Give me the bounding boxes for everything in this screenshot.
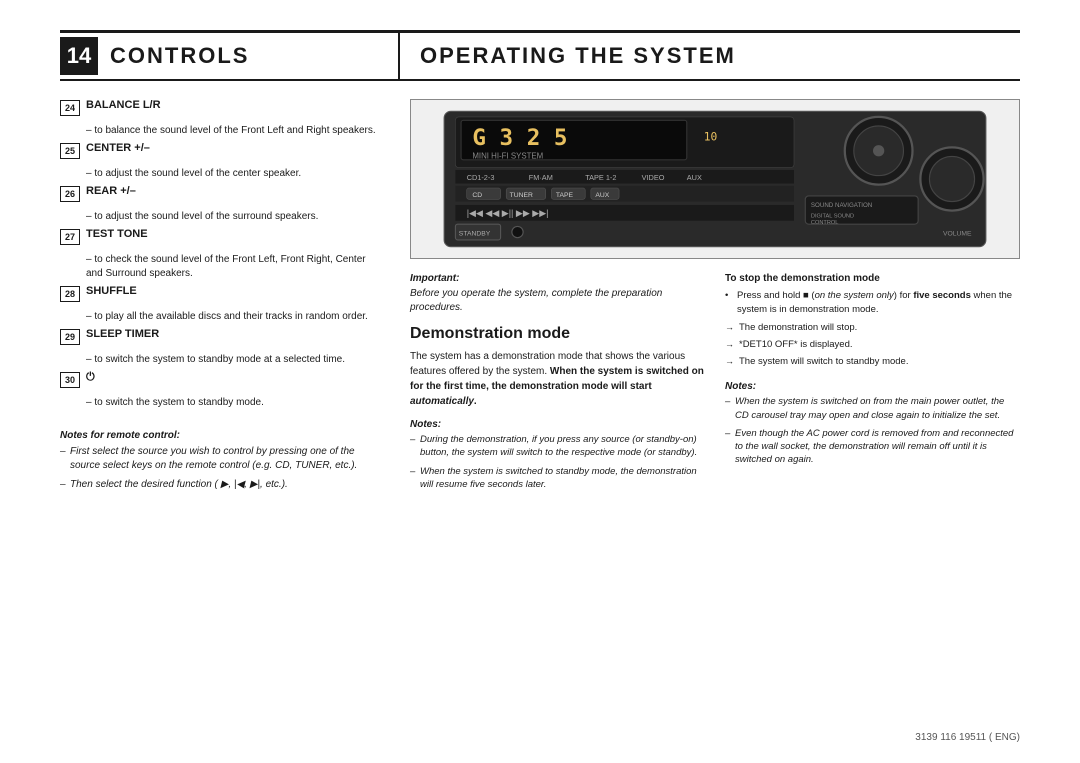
content-area: 24 BALANCE L/R to balance the sound leve… [60, 99, 1020, 722]
svg-text:|◀◀ ◀◀ ▶|| ▶▶ ▶▶|: |◀◀ ◀◀ ▶|| ▶▶ ▶▶| [467, 208, 549, 218]
item-label-center: CENTER +/– [86, 142, 150, 154]
demo-mode-body: The system has a demonstration mode that… [410, 349, 705, 409]
item-desc-24: to balance the sound level of the Front … [86, 124, 380, 138]
important-body: Before you operate the system, complete … [410, 287, 705, 315]
demo-note-1: During the demonstration, if you press a… [410, 433, 705, 460]
demonstration-mode-section: Demonstration mode The system has a demo… [410, 325, 705, 409]
item-desc-29: to switch the system to standby mode at … [86, 353, 380, 367]
chapter-number: 14 [60, 37, 98, 75]
right-two-column-layout: Important: Before you operate the system… [410, 273, 1020, 496]
item-number-27: 27 [60, 229, 80, 245]
left-column: 24 BALANCE L/R to balance the sound leve… [60, 99, 380, 722]
right-section-title: OPERATING THE SYSTEM [420, 43, 736, 69]
svg-text:SOUND NAVIGATION: SOUND NAVIGATION [811, 202, 872, 209]
svg-text:AUX: AUX [595, 192, 609, 199]
stop-demo-arrow-3: The system will switch to standby mode. [725, 355, 1020, 369]
demo-mode-column: Important: Before you operate the system… [410, 273, 705, 496]
right-notes-section: Notes: When the system is switched on fr… [725, 381, 1020, 466]
demo-mode-title: Demonstration mode [410, 325, 705, 343]
important-box: Important: Before you operate the system… [410, 273, 705, 315]
list-item: 30 ⏻ [60, 371, 380, 388]
important-title: Important: [410, 273, 705, 284]
stop-demo-column: To stop the demonstration mode Press and… [725, 273, 1020, 496]
item-desc-27: to check the sound level of the Front Le… [86, 253, 380, 281]
footer-text: 3139 116 19511 ( ENG) [915, 732, 1020, 743]
svg-text:TAPE 1-2: TAPE 1-2 [585, 173, 616, 182]
item-desc-30: to switch the system to standby mode. [86, 396, 380, 410]
item-label-rear: REAR +/– [86, 185, 136, 197]
remote-notes-title: Notes for remote control: [60, 430, 380, 441]
item-label-power: ⏻ [86, 371, 95, 384]
right-note-2: Even though the AC power cord is removed… [725, 427, 1020, 467]
stop-demo-arrow-2: *DET10 OFF* is displayed. [725, 338, 1020, 352]
svg-text:AUX: AUX [687, 173, 702, 182]
svg-text:10: 10 [704, 131, 718, 144]
list-item: 28 SHUFFLE [60, 285, 380, 302]
item-number-24: 24 [60, 100, 80, 116]
svg-text:FM·AM: FM·AM [529, 173, 553, 182]
remote-note-1: First select the source you wish to cont… [60, 445, 380, 473]
item-number-28: 28 [60, 286, 80, 302]
svg-text:VOLUME: VOLUME [943, 230, 972, 237]
list-item: 24 BALANCE L/R [60, 99, 380, 116]
item-label-balance: BALANCE L/R [86, 99, 161, 111]
stop-demo-title: To stop the demonstration mode [725, 273, 1020, 284]
svg-text:TAPE: TAPE [556, 192, 574, 199]
header-left: 14 CONTROLS [60, 33, 400, 79]
notes-label-right: Notes: [725, 381, 1020, 392]
item-number-26: 26 [60, 186, 80, 202]
right-note-1: When the system is switched on from the … [725, 395, 1020, 422]
svg-text:STANDBY: STANDBY [459, 230, 491, 237]
svg-text:VIDEO: VIDEO [642, 173, 665, 182]
item-number-25: 25 [60, 143, 80, 159]
item-number-30: 30 [60, 372, 80, 388]
stop-demo-intro: Press and hold ■ (on the system only) fo… [725, 289, 1020, 318]
left-section-title: CONTROLS [110, 43, 249, 69]
item-label-test-tone: TEST TONE [86, 228, 148, 240]
svg-text:CD: CD [472, 192, 482, 199]
right-column: G 3 2 5 MINI HI-FI SYSTEM 10 CD1-2-3 FM·… [410, 99, 1020, 722]
svg-text:CD1-2-3: CD1-2-3 [467, 173, 495, 182]
page: 14 CONTROLS OPERATING THE SYSTEM 24 BALA… [0, 0, 1080, 763]
list-item: 27 TEST TONE [60, 228, 380, 245]
svg-text:DIGITAL SOUND: DIGITAL SOUND [811, 213, 854, 219]
header-right: OPERATING THE SYSTEM [400, 33, 1020, 79]
item-desc-26: to adjust the sound level of the surroun… [86, 210, 380, 224]
stop-demo-arrow-1: The demonstration will stop. [725, 321, 1020, 335]
list-item: 26 REAR +/– [60, 185, 380, 202]
list-item: 29 SLEEP TIMER [60, 328, 380, 345]
item-label-sleep-timer: SLEEP TIMER [86, 328, 159, 340]
list-item: 25 CENTER +/– [60, 142, 380, 159]
item-desc-25: to adjust the sound level of the center … [86, 167, 380, 181]
svg-text:G 3 2 5: G 3 2 5 [472, 125, 567, 151]
remote-note-2: Then select the desired function ( ▶, |◀… [60, 478, 380, 492]
remote-notes-section: Notes for remote control: First select t… [60, 430, 380, 492]
svg-text:TUNER: TUNER [510, 192, 533, 199]
item-number-29: 29 [60, 329, 80, 345]
svg-text:MINI HI-FI SYSTEM: MINI HI-FI SYSTEM [472, 152, 543, 161]
item-label-shuffle: SHUFFLE [86, 285, 137, 297]
svg-text:CONTROL: CONTROL [811, 220, 839, 226]
notes-label-demo: Notes: [410, 419, 705, 430]
item-desc-28: to play all the available discs and thei… [86, 310, 380, 324]
demo-note-2: When the system is switched to standby m… [410, 465, 705, 492]
page-header: 14 CONTROLS OPERATING THE SYSTEM [60, 30, 1020, 81]
stereo-device-image: G 3 2 5 MINI HI-FI SYSTEM 10 CD1-2-3 FM·… [410, 99, 1020, 259]
